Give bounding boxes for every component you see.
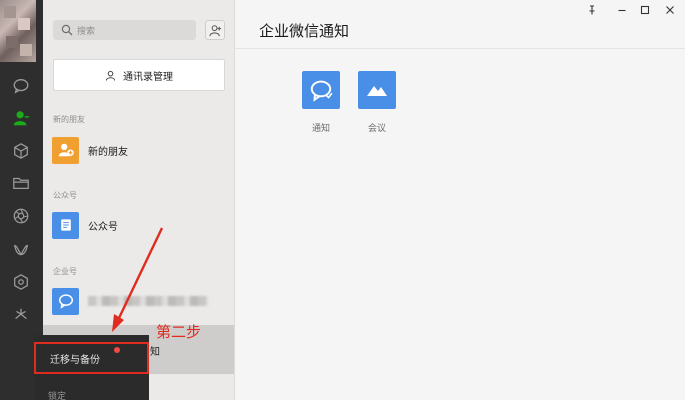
list-item-official-accounts[interactable]: 公众号 xyxy=(43,205,234,245)
chat-bubble-icon xyxy=(52,287,79,315)
partial-row-text: 知 xyxy=(150,347,160,358)
add-person-icon xyxy=(208,24,221,36)
search-hexagon-icon[interactable] xyxy=(11,272,31,292)
official-account-icon xyxy=(52,211,79,239)
avatar[interactable] xyxy=(0,0,36,62)
menu-item-migrate-backup[interactable]: 迁移与备份 xyxy=(34,342,149,374)
minimize-icon[interactable] xyxy=(615,3,629,17)
notify-app-button[interactable] xyxy=(302,71,340,109)
list-item-enterprise-blurred[interactable] xyxy=(43,281,234,321)
list-item-label: 公众号 xyxy=(88,221,118,233)
chat-icon[interactable] xyxy=(11,76,31,96)
meeting-app-label: 会议 xyxy=(367,124,386,134)
folder-icon[interactable] xyxy=(11,173,31,193)
notify-app-label: 通知 xyxy=(311,124,330,134)
moments-aperture-icon[interactable] xyxy=(11,206,31,226)
list-item-label: 新的朋友 xyxy=(88,146,128,158)
person-icon xyxy=(105,70,116,81)
pin-icon[interactable] xyxy=(585,3,599,17)
list-item-new-friends[interactable]: 新的朋友 xyxy=(43,130,234,170)
maximize-icon[interactable] xyxy=(638,3,652,17)
search-placeholder: 搜索 xyxy=(77,26,96,37)
meeting-app-button[interactable] xyxy=(358,71,396,109)
section-header-enterprise: 企业号 xyxy=(53,267,77,276)
annotation-step-text: 第二步 xyxy=(156,323,202,341)
search-input[interactable]: 搜索 xyxy=(53,20,196,40)
chat-bubble-icon xyxy=(310,80,333,102)
contact-management-label: 通讯录管理 xyxy=(123,71,173,83)
menu-item-lock[interactable]: 锁定 xyxy=(48,389,66,400)
new-friend-icon xyxy=(52,136,79,164)
section-header-official-accounts: 公众号 xyxy=(53,191,77,200)
contacts-icon[interactable] xyxy=(11,108,31,128)
page-title: 企业微信通知 xyxy=(259,22,350,40)
add-contact-button[interactable] xyxy=(205,20,225,40)
search-icon xyxy=(61,24,73,36)
header-divider xyxy=(235,48,685,49)
main-content: 企业微信通知 通知 会议 xyxy=(235,0,685,400)
notification-dot xyxy=(114,347,120,353)
menu-item-label: 迁移与备份 xyxy=(50,354,100,366)
favorites-cube-icon[interactable] xyxy=(11,141,31,161)
blurred-name xyxy=(88,296,208,306)
contact-management-button[interactable]: 通讯录管理 xyxy=(53,59,225,91)
settings-popup-menu: 迁移与备份 锁定 xyxy=(34,335,149,400)
close-icon[interactable] xyxy=(663,3,677,17)
meeting-mountain-icon xyxy=(367,86,387,96)
mini-program-icon[interactable] xyxy=(11,305,31,325)
wechat-window: 搜索 通讯录管理 新的朋友 新的朋友 公众号 公众号 企业号 知 迁移与备份 锁… xyxy=(0,0,685,400)
section-header-new-friends: 新的朋友 xyxy=(53,115,85,124)
channels-butterfly-icon[interactable] xyxy=(11,240,31,260)
